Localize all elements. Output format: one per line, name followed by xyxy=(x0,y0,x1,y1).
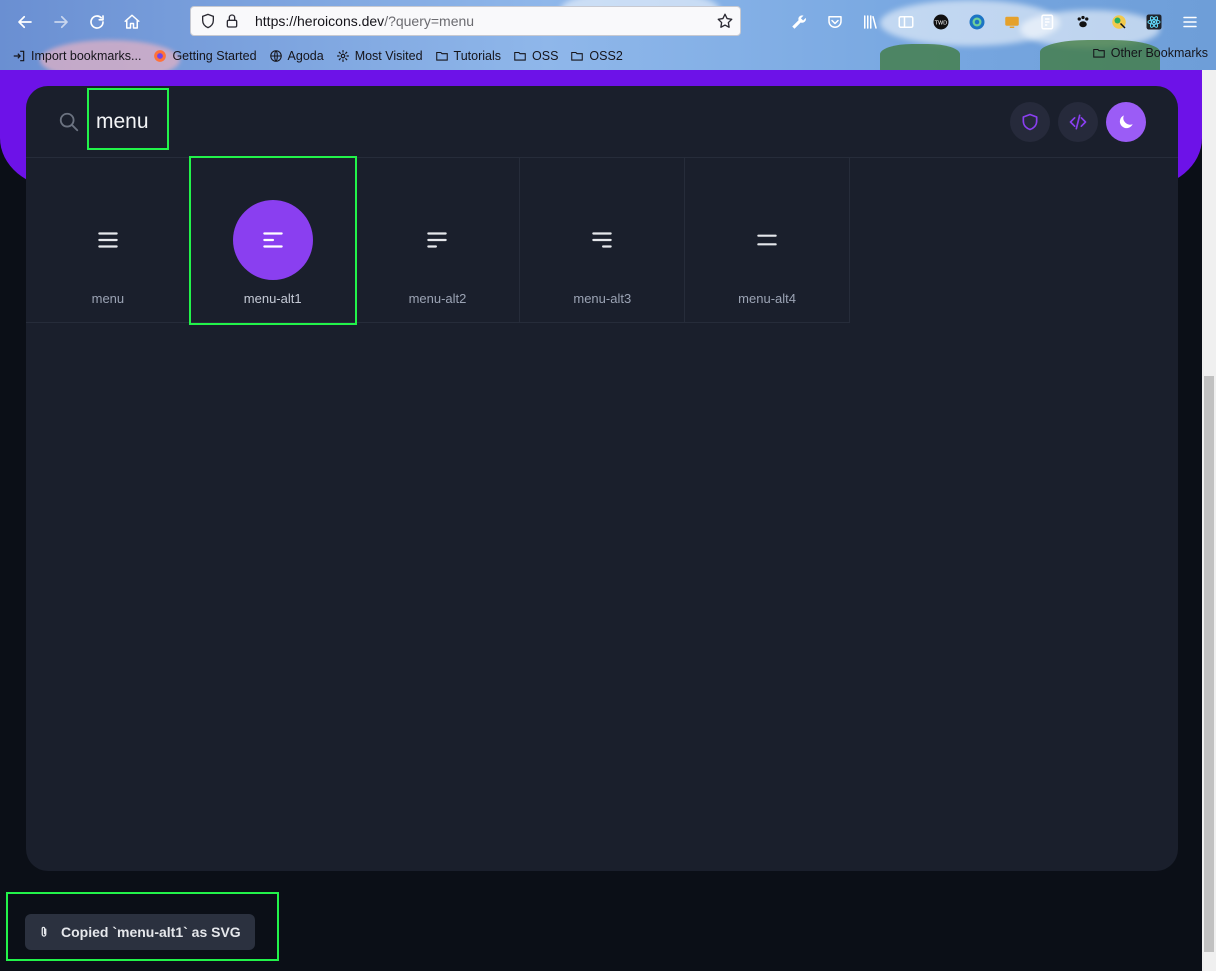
extension-react-icon[interactable] xyxy=(1143,11,1165,33)
copied-toast: Copied `menu-alt1` as SVG xyxy=(25,914,255,950)
sidebar-icon[interactable] xyxy=(895,11,917,33)
bookmark-other-bookmarks[interactable]: Other Bookmarks xyxy=(1092,46,1208,60)
scrollbar-thumb[interactable] xyxy=(1204,376,1214,952)
search-input[interactable] xyxy=(96,106,396,138)
bookmark-import[interactable]: Import bookmarks... xyxy=(12,49,141,63)
extension-notes-icon[interactable] xyxy=(1037,11,1059,33)
url-text[interactable]: https://heroicons.dev/?query=menu xyxy=(255,13,474,29)
menu-alt4-icon xyxy=(757,234,777,246)
folder-icon xyxy=(570,49,584,63)
toast-message: Copied `menu-alt1` as SVG xyxy=(61,924,241,940)
app-menu-icon[interactable] xyxy=(1179,11,1201,33)
moon-icon xyxy=(1119,115,1133,129)
icon-label: menu xyxy=(91,291,125,306)
lock-icon[interactable] xyxy=(223,12,241,30)
extension-globe-icon[interactable] xyxy=(966,11,988,33)
folder-icon xyxy=(435,49,449,63)
toolbar-icons: TWD xyxy=(788,11,1214,33)
bookmark-agoda[interactable]: Agoda xyxy=(269,49,324,63)
shield-icon xyxy=(1022,113,1038,131)
arrow-right-icon xyxy=(54,15,68,29)
license-button[interactable] xyxy=(1010,102,1050,142)
search-icon xyxy=(59,112,79,132)
arrow-left-icon xyxy=(18,15,32,29)
forward-button[interactable] xyxy=(48,9,74,35)
extension-colorpicker-icon[interactable] xyxy=(1108,11,1130,33)
pocket-icon[interactable] xyxy=(824,11,846,33)
icon-label: menu-alt3 xyxy=(573,291,632,306)
wrench-icon[interactable] xyxy=(788,11,810,33)
menu-alt1-icon xyxy=(262,232,283,248)
icon-tile-menu-alt3[interactable]: menu-alt3 xyxy=(520,158,686,323)
background-tree xyxy=(880,44,960,70)
paperclip-icon xyxy=(37,925,51,939)
browser-toolbar: https://heroicons.dev/?query=menu TWD Im… xyxy=(0,0,1216,70)
dark-mode-toggle[interactable] xyxy=(1106,102,1146,142)
search-bar xyxy=(26,86,1178,158)
icon-grid: menu menu-alt1 menu-alt2 menu-alt3 menu-… xyxy=(26,158,850,323)
bookmark-oss[interactable]: OSS xyxy=(513,49,558,63)
icon-tile-menu[interactable]: menu xyxy=(26,158,191,323)
home-icon xyxy=(124,14,140,29)
import-icon xyxy=(12,49,26,63)
extension-screen-icon[interactable] xyxy=(1001,11,1023,33)
address-bar[interactable]: https://heroicons.dev/?query=menu xyxy=(190,6,741,36)
home-button[interactable] xyxy=(119,9,145,35)
bookmarks-bar: Import bookmarks... Getting Started Agod… xyxy=(12,46,635,66)
page-viewport: menu menu-alt1 menu-alt2 menu-alt3 xyxy=(0,70,1202,971)
icon-tile-menu-alt4[interactable]: menu-alt4 xyxy=(685,158,850,323)
back-button[interactable] xyxy=(12,9,38,35)
icon-tile-menu-alt2[interactable]: menu-alt2 xyxy=(355,158,521,323)
svg-text:TWD: TWD xyxy=(934,20,947,26)
code-icon xyxy=(1069,114,1087,130)
icon-label: menu-alt1 xyxy=(243,291,302,306)
icon-label: menu-alt2 xyxy=(408,291,467,306)
bookmark-oss2[interactable]: OSS2 xyxy=(570,49,623,63)
github-code-button[interactable] xyxy=(1058,102,1098,142)
menu-alt2-icon xyxy=(427,232,448,248)
library-icon[interactable] xyxy=(859,11,881,33)
folder-icon xyxy=(513,49,527,63)
shield-icon[interactable] xyxy=(199,12,217,30)
reload-button[interactable] xyxy=(84,9,110,35)
icon-label: menu-alt4 xyxy=(738,291,796,306)
extension-paw-icon[interactable] xyxy=(1072,11,1094,33)
gear-icon xyxy=(336,49,350,63)
firefox-icon xyxy=(153,49,167,63)
menu-icon xyxy=(98,232,118,248)
bookmark-tutorials[interactable]: Tutorials xyxy=(435,49,501,63)
bookmark-getting-started[interactable]: Getting Started xyxy=(153,49,257,63)
icon-browser-card: menu menu-alt1 menu-alt2 menu-alt3 xyxy=(26,86,1178,871)
extension-twd-icon[interactable]: TWD xyxy=(930,11,952,33)
menu-alt3-icon xyxy=(592,232,613,248)
folder-icon xyxy=(1092,46,1106,60)
icon-tile-menu-alt1[interactable]: menu-alt1 xyxy=(190,158,356,323)
globe-icon xyxy=(269,49,283,63)
bookmark-most-visited[interactable]: Most Visited xyxy=(336,49,423,63)
reload-icon xyxy=(90,15,104,29)
star-icon[interactable] xyxy=(716,12,734,30)
